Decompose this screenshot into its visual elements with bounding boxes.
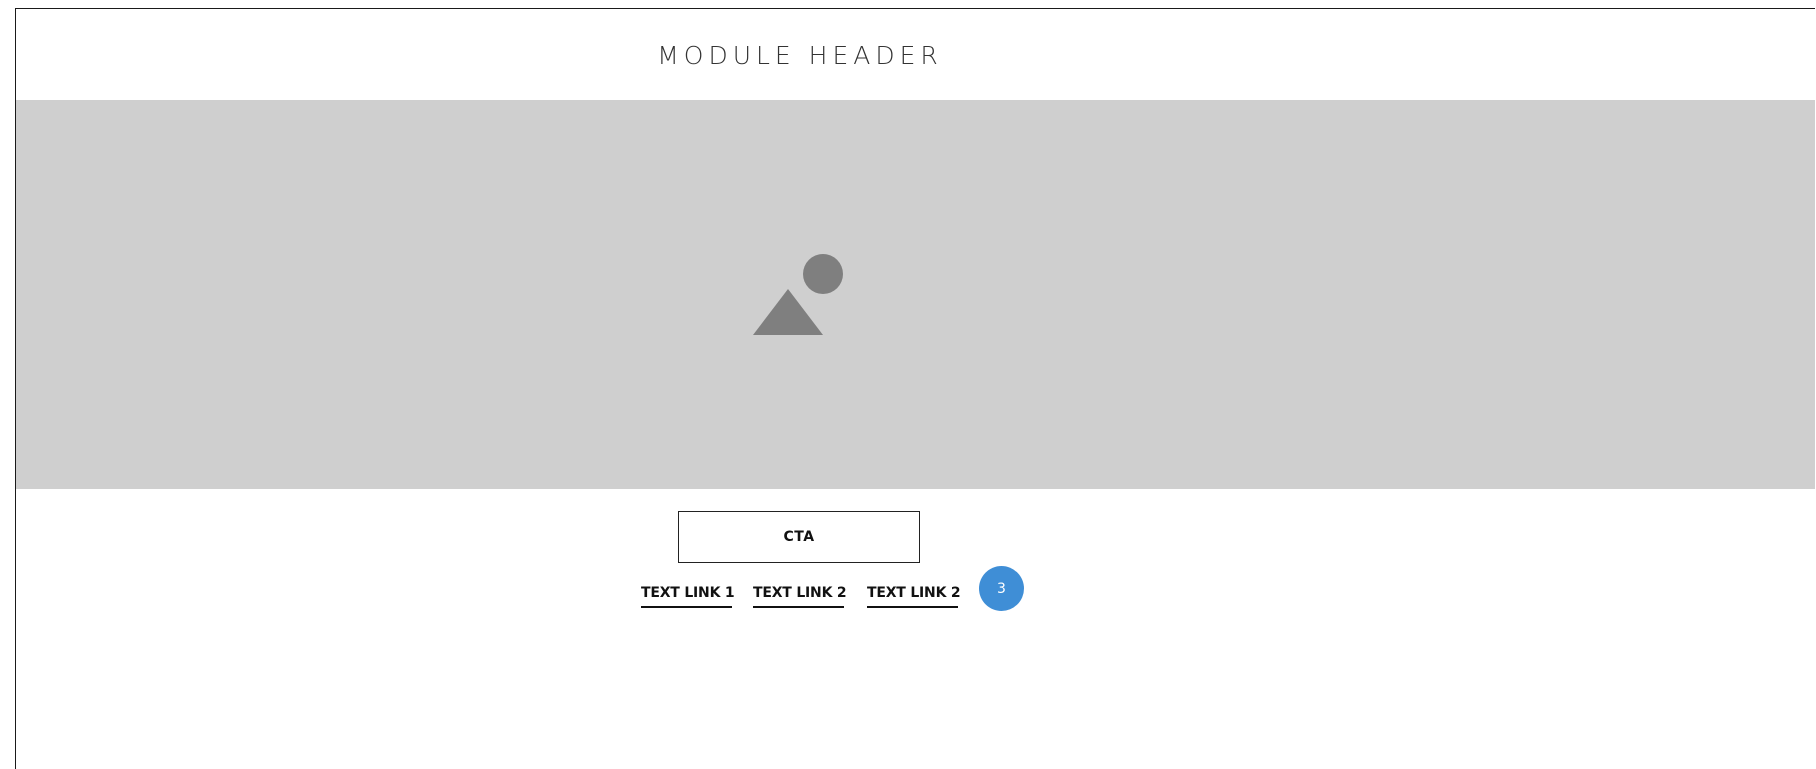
image-placeholder-icon xyxy=(753,254,843,335)
text-link-2[interactable]: TEXT LINK 2 xyxy=(753,585,847,608)
module-frame: MODULE HEADER CTA TEXT LINK 1 TEXT LINK … xyxy=(15,8,1815,769)
annotation-badge-number: 3 xyxy=(997,580,1006,597)
module-header-title: MODULE HEADER xyxy=(657,41,943,70)
text-link-3[interactable]: TEXT LINK 2 xyxy=(867,585,961,608)
placeholder-mountain-shape xyxy=(753,289,823,335)
text-link-1[interactable]: TEXT LINK 1 xyxy=(641,585,735,608)
hero-image-placeholder xyxy=(16,100,1815,489)
cta-button[interactable]: CTA xyxy=(678,511,920,563)
cta-button-label: CTA xyxy=(783,529,815,545)
placeholder-sun-shape xyxy=(803,254,843,294)
annotation-badge: 3 xyxy=(979,566,1024,611)
module-header: MODULE HEADER xyxy=(16,9,1584,100)
